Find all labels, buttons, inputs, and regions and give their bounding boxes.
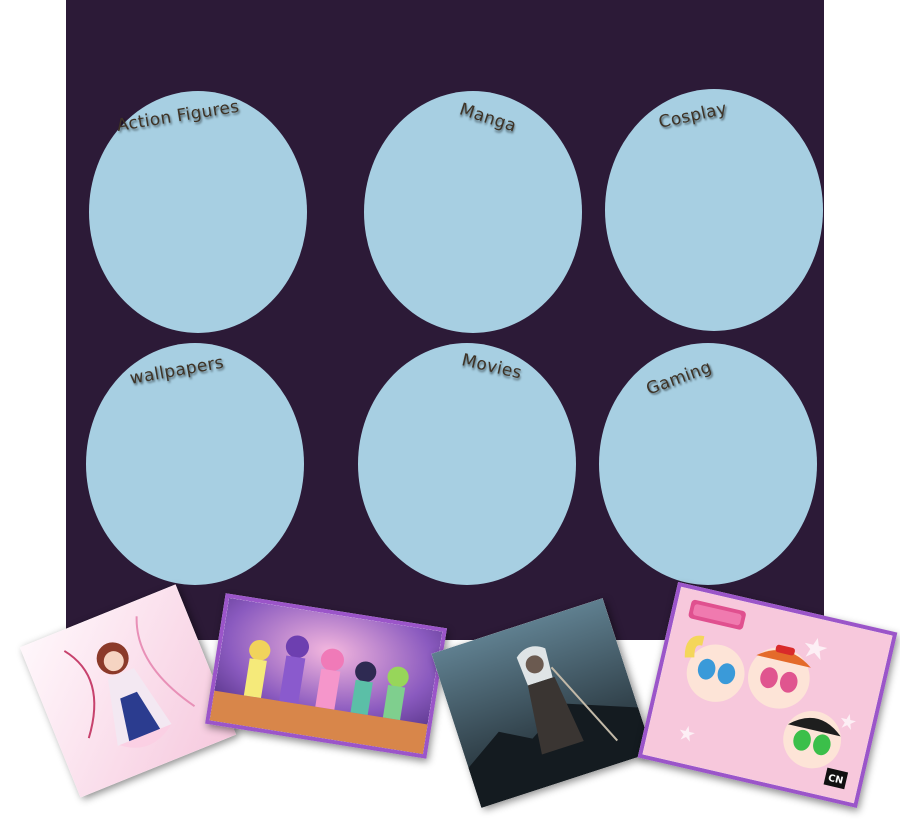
category-circle-gaming[interactable] (599, 343, 817, 585)
powerpuff-girls-image: CN (637, 581, 898, 809)
category-circle-wallpapers[interactable] (86, 343, 304, 585)
category-circle-movies[interactable] (358, 343, 576, 585)
category-circle-cosplay[interactable] (605, 89, 823, 331)
category-circle-manga[interactable] (364, 91, 582, 333)
